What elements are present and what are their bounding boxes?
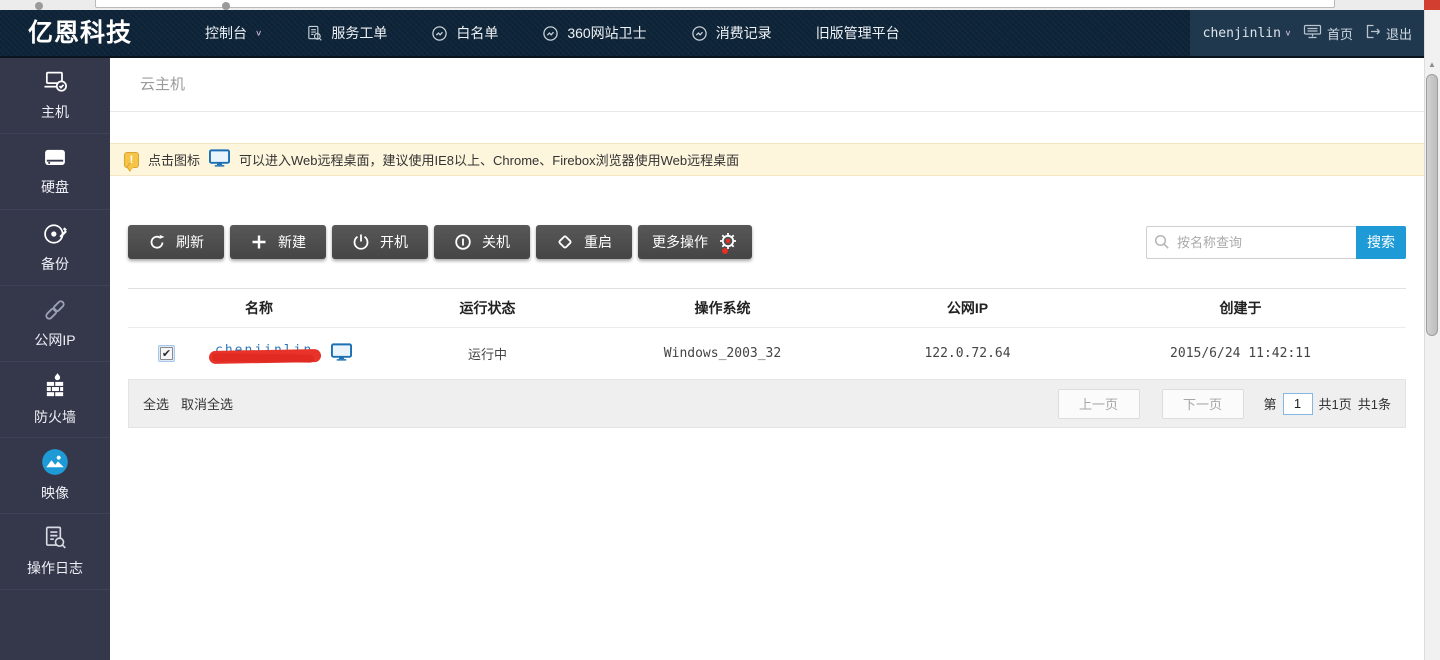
desktop-icon: [1303, 24, 1322, 42]
circle-route-icon: [431, 25, 448, 42]
col-header-created: 创建于: [1075, 289, 1406, 327]
page-label: 第: [1264, 394, 1277, 413]
backup-disc-icon: [41, 221, 69, 247]
main-menu: 控制台 ∨ 服务工单 白名单: [205, 10, 900, 56]
cell-status: 运行中: [390, 328, 585, 379]
circle-route-icon: [691, 25, 708, 42]
pages-total: 共1页: [1319, 394, 1352, 413]
next-page-button[interactable]: 下一页: [1162, 389, 1244, 419]
more-actions-button[interactable]: 更多操作: [638, 225, 752, 259]
scroll-up-icon[interactable]: ▲: [1428, 60, 1436, 69]
top-navbar: 亿恩科技 控制台 ∨ 服务工单 白名单: [0, 10, 1424, 58]
sidebar-item-image[interactable]: 映像: [0, 438, 110, 514]
cell-os: Windows_2003_32: [585, 328, 860, 379]
row-checkbox[interactable]: ✔: [158, 345, 175, 362]
laptop-check-icon: [41, 69, 69, 95]
vertical-scrollbar[interactable]: ▲: [1424, 10, 1440, 660]
col-header-status: 运行状态: [390, 289, 585, 327]
items-total: 共1条: [1358, 394, 1391, 413]
table-footer: 全选 取消全选 上一页 下一页 第 共1页 共1条: [128, 380, 1406, 428]
link-chain-icon: [41, 297, 69, 323]
logout-link[interactable]: 退出: [1365, 24, 1412, 43]
check-icon: ✔: [160, 347, 173, 360]
host-table: 名称 运行状态 操作系统 公网IP 创建于 ✔ chenjinlin: [128, 288, 1406, 428]
page-number-input[interactable]: [1283, 393, 1313, 415]
create-button[interactable]: 新建: [230, 225, 326, 259]
col-header-name: 名称: [128, 289, 390, 327]
col-header-ip: 公网IP: [860, 289, 1075, 327]
cell-name: ✔ chenjinlin: [128, 328, 390, 379]
user-menu[interactable]: chenjinlin ∨: [1203, 26, 1291, 41]
host-name-link-redacted[interactable]: chenjinlin: [209, 343, 323, 365]
hard-disk-icon: [41, 146, 69, 170]
sidebar-item-firewall[interactable]: 防火墙: [0, 362, 110, 438]
home-link[interactable]: 首页: [1303, 24, 1353, 43]
browser-chrome-sliver: [0, 0, 1440, 10]
restart-button[interactable]: 重启: [536, 225, 632, 259]
notice-bar: ! 点击图标 可以进入Web远程桌面，建议使用IE8以上、Chrome、Fire…: [110, 143, 1424, 176]
browser-corner-red: [1424, 0, 1440, 10]
sidebar: 主机 硬盘 备份: [0, 58, 110, 660]
plus-icon: [250, 233, 268, 251]
logout-icon: [1365, 24, 1381, 42]
table-header: 名称 运行状态 操作系统 公网IP 创建于: [128, 288, 1406, 328]
sidebar-item-public-ip[interactable]: 公网IP: [0, 286, 110, 362]
menu-item-console[interactable]: 控制台 ∨: [205, 23, 262, 43]
shutdown-icon: [454, 233, 472, 251]
deselect-all-link[interactable]: 取消全选: [181, 394, 233, 413]
sidebar-item-disk[interactable]: 硬盘: [0, 134, 110, 210]
scrollbar-thumb[interactable]: [1426, 74, 1438, 336]
sidebar-item-backup[interactable]: 备份: [0, 210, 110, 286]
doc-search-icon: [306, 25, 323, 42]
warning-icon: !: [124, 152, 139, 168]
log-search-icon: [42, 525, 68, 551]
menu-item-legacy-platform[interactable]: 旧版管理平台: [816, 23, 900, 43]
refresh-icon: [148, 233, 166, 251]
cell-created: 2015/6/24 11:42:11: [1075, 328, 1406, 379]
menu-item-whitelist[interactable]: 白名单: [431, 23, 498, 43]
browser-address-bar-fragment: [95, 0, 1335, 8]
col-header-os: 操作系统: [585, 289, 860, 327]
search-area: 搜索: [1146, 226, 1406, 259]
sidebar-item-operation-log[interactable]: 操作日志: [0, 514, 110, 590]
shutdown-button[interactable]: 关机: [434, 225, 530, 259]
remote-desktop-icon[interactable]: [331, 343, 352, 364]
chevron-down-icon: ∨: [255, 29, 262, 38]
main-content: 云主机 ! 点击图标 可以进入Web远程桌面，建议使用IE8以上、Chrome、…: [110, 58, 1424, 660]
page-title: 云主机: [110, 58, 1424, 112]
search-input[interactable]: [1146, 226, 1356, 259]
search-button[interactable]: 搜索: [1356, 226, 1406, 259]
chevron-down-icon: ∨: [1285, 29, 1291, 38]
select-all-link[interactable]: 全选: [143, 394, 169, 413]
refresh-button[interactable]: 刷新: [128, 225, 224, 259]
toolbar: 刷新 新建 开机: [110, 225, 1424, 259]
power-on-button[interactable]: 开机: [332, 225, 428, 259]
firewall-icon: [41, 372, 69, 400]
image-icon: [41, 448, 69, 476]
menu-item-work-order[interactable]: 服务工单: [306, 23, 387, 43]
restart-icon: [556, 233, 574, 251]
cell-ip: 122.0.72.64: [860, 328, 1075, 379]
brand-logo[interactable]: 亿恩科技: [28, 10, 132, 56]
remote-desktop-monitor-icon: [209, 149, 230, 170]
menu-item-consumption[interactable]: 消费记录: [691, 23, 772, 43]
search-icon: [1154, 234, 1170, 255]
gear-icon: [718, 231, 738, 253]
menu-item-360-guard[interactable]: 360网站卫士: [542, 23, 646, 43]
circle-route-icon: [542, 25, 559, 42]
prev-page-button[interactable]: 上一页: [1058, 389, 1140, 419]
user-panel: chenjinlin ∨ 首页 退出: [1190, 10, 1424, 56]
power-on-icon: [352, 233, 370, 251]
table-row: ✔ chenjinlin: [128, 328, 1406, 380]
pagination: 上一页 下一页 第 共1页 共1条: [1058, 389, 1391, 419]
sidebar-item-host[interactable]: 主机: [0, 58, 110, 134]
